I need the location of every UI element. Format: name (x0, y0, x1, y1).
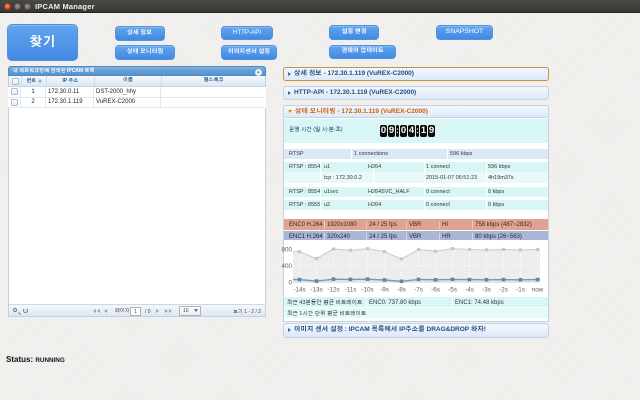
svg-text:-2s: -2s (499, 287, 508, 294)
svg-text:-9s: -9s (380, 287, 389, 294)
svg-text:800: 800 (281, 247, 292, 254)
svg-text:-14s: -14s (293, 287, 305, 294)
svg-text:-4s: -4s (465, 287, 474, 294)
svg-text:400: 400 (281, 263, 292, 270)
svg-text:-13s: -13s (310, 287, 322, 294)
svg-text:-5s: -5s (448, 287, 457, 294)
svg-text:-3s: -3s (482, 287, 491, 294)
svg-text:0: 0 (288, 280, 292, 287)
svg-text:-11s: -11s (345, 287, 357, 294)
svg-text:-6s: -6s (431, 287, 440, 294)
svg-text:-8s: -8s (397, 287, 406, 294)
svg-text:now: now (532, 287, 544, 294)
svg-text:-12s: -12s (327, 287, 339, 294)
svg-text:-10s: -10s (361, 287, 373, 294)
svg-text:-1s: -1s (516, 287, 525, 294)
svg-text:-7s: -7s (414, 287, 423, 294)
